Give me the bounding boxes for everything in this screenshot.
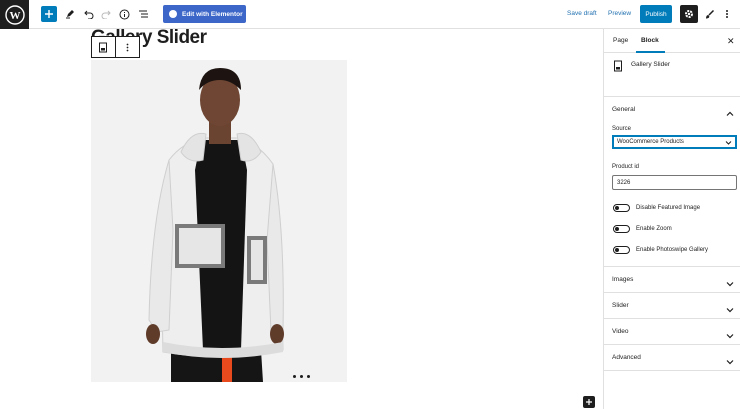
slider-dots[interactable] — [293, 375, 310, 378]
elementor-icon — [169, 10, 177, 18]
options-menu-icon[interactable] — [719, 6, 735, 22]
source-select[interactable]: WooCommerce Products — [612, 135, 737, 149]
publish-button[interactable]: Publish — [640, 5, 672, 23]
general-panel-header[interactable]: General — [604, 97, 740, 122]
gallery-slider-image[interactable] — [91, 60, 347, 382]
source-select-value: WooCommerce Products — [617, 139, 684, 145]
disable-featured-image-toggle[interactable] — [613, 204, 630, 212]
wordpress-logo-icon[interactable]: W — [0, 0, 29, 29]
block-toolbar — [91, 36, 140, 58]
advanced-panel-title: Advanced — [612, 354, 641, 361]
enable-photoswipe-toggle[interactable] — [613, 246, 630, 254]
svg-text:W: W — [9, 10, 20, 22]
redo-icon[interactable] — [98, 6, 114, 22]
slider-dot[interactable] — [300, 375, 303, 378]
general-panel: General Source WooCommerce Products Prod… — [604, 97, 740, 267]
general-panel-title: General — [612, 106, 636, 113]
elementor-button-label: Edit with Elementor — [182, 10, 243, 18]
chevron-down-icon — [725, 139, 732, 148]
toggle-label: Disable Featured Image — [636, 205, 701, 211]
tab-block[interactable]: Block — [641, 37, 659, 44]
chevron-down-icon — [726, 327, 734, 339]
preview-link[interactable]: Preview — [608, 10, 631, 17]
edit-tool-icon[interactable] — [62, 6, 78, 22]
settings-sidebar: Page Block ✕ Gallery Slider General Sour… — [603, 29, 740, 409]
product-id-label: Product id — [612, 164, 640, 170]
edit-with-elementor-button[interactable]: Edit with Elementor — [163, 5, 246, 23]
editor-canvas: Gallery Slider — [0, 29, 603, 409]
block-card-name: Gallery Slider — [631, 61, 671, 68]
save-draft-link[interactable]: Save draft — [567, 10, 597, 17]
images-panel-title: Images — [612, 276, 634, 283]
slider-dot[interactable] — [307, 375, 310, 378]
gallery-block-icon — [613, 59, 623, 77]
video-panel-header[interactable]: Video — [604, 319, 740, 344]
slider-panel-header[interactable]: Slider — [604, 293, 740, 318]
undo-icon[interactable] — [81, 6, 97, 22]
toggle-label: Enable Photoswipe Gallery — [636, 247, 709, 253]
advanced-panel-header[interactable]: Advanced — [604, 345, 740, 370]
images-panel: Images — [604, 267, 740, 293]
list-view-icon[interactable] — [135, 6, 151, 22]
add-block-button[interactable] — [41, 6, 57, 22]
tab-page[interactable]: Page — [613, 37, 628, 44]
video-panel: Video — [604, 319, 740, 345]
details-info-icon[interactable] — [116, 6, 132, 22]
block-type-icon[interactable] — [92, 37, 116, 57]
video-panel-title: Video — [612, 328, 629, 335]
block-card: Gallery Slider — [604, 53, 740, 97]
toggle-label: Enable Zoom — [636, 226, 672, 232]
chevron-up-icon — [726, 105, 734, 116]
chevron-down-icon — [726, 353, 734, 365]
source-label: Source — [612, 126, 632, 132]
close-icon[interactable]: ✕ — [727, 36, 735, 47]
advanced-panel: Advanced — [604, 345, 740, 371]
product-id-input[interactable]: 3226 — [612, 175, 737, 190]
brush-styles-icon[interactable] — [702, 6, 718, 22]
sidebar-tabs: Page Block ✕ — [604, 29, 740, 53]
slider-panel-title: Slider — [612, 302, 629, 309]
slider-dot[interactable] — [293, 375, 296, 378]
chevron-down-icon — [726, 275, 734, 287]
slider-panel: Slider — [604, 293, 740, 319]
editor-top-bar: W Edit with Elementor Save draft Preview… — [0, 0, 740, 29]
settings-gear-icon[interactable] — [680, 5, 698, 23]
block-options-icon[interactable] — [116, 37, 139, 57]
images-panel-header[interactable]: Images — [604, 267, 740, 292]
chevron-down-icon — [726, 301, 734, 313]
inserter-add-button[interactable] — [583, 396, 595, 408]
enable-zoom-toggle[interactable] — [613, 225, 630, 233]
